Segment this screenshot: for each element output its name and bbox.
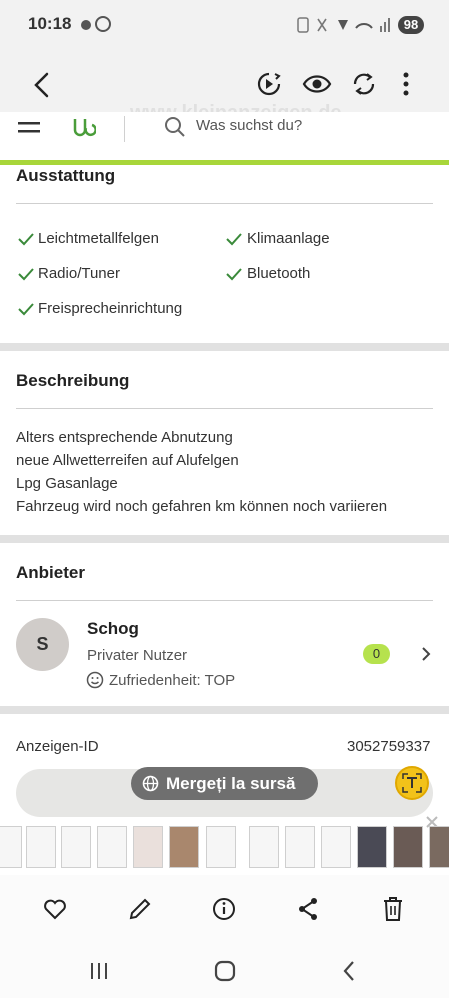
- check-icon: [18, 303, 34, 316]
- description-line: neue Allwetterreifen auf Alufelgen: [16, 452, 239, 469]
- thumbnail[interactable]: [133, 826, 163, 868]
- logo-icon[interactable]: [72, 116, 96, 138]
- feature-item: Freisprecheinrichtung: [38, 300, 183, 317]
- screen-record-icon[interactable]: [256, 71, 282, 97]
- globe-icon: [142, 775, 159, 792]
- seller-satisfaction: Zufriedenheit: TOP: [109, 672, 236, 689]
- feature-item: Leichtmetallfelgen: [38, 230, 159, 247]
- merge-to-source-label: Mergeți la sursă: [166, 774, 296, 793]
- ad-id-label: Anzeigen-ID: [16, 738, 99, 755]
- header-accent-line: [0, 160, 449, 165]
- thumbnail[interactable]: [285, 826, 315, 868]
- search-icon[interactable]: [164, 116, 186, 138]
- recents-icon[interactable]: [89, 962, 109, 980]
- section-separator: [0, 343, 449, 351]
- share-icon[interactable]: [297, 897, 319, 921]
- ausstattung-title: Ausstattung: [16, 166, 116, 185]
- chevron-right-icon[interactable]: [421, 646, 431, 662]
- header-divider: [124, 116, 125, 142]
- thumbnail[interactable]: [429, 826, 449, 868]
- text-recognition-icon: [402, 773, 422, 793]
- eye-icon[interactable]: [302, 72, 332, 96]
- feature-item: Bluetooth: [247, 265, 311, 282]
- check-icon: [18, 233, 34, 246]
- description-line: Lpg Gasanlage: [16, 475, 118, 492]
- status-system-icons: [297, 17, 390, 33]
- status-notification-icons: [81, 16, 111, 32]
- trash-icon[interactable]: [382, 896, 404, 922]
- check-icon: [18, 268, 34, 281]
- ad-id-value: 3052759337: [347, 738, 431, 755]
- check-icon: [226, 233, 242, 246]
- divider: [16, 408, 433, 409]
- thumbnail[interactable]: [97, 826, 127, 868]
- seller-count-badge: 0: [363, 644, 390, 664]
- thumbnail[interactable]: [206, 826, 236, 868]
- check-icon: [226, 268, 242, 281]
- info-icon[interactable]: [212, 897, 236, 921]
- seller-name[interactable]: Schog: [87, 619, 139, 639]
- thumbnail-strip: [0, 826, 449, 870]
- section-separator: [0, 535, 449, 543]
- divider: [16, 203, 433, 204]
- thumbnail[interactable]: [169, 826, 199, 868]
- thumbnail[interactable]: [249, 826, 279, 868]
- feature-item: Klimaanlage: [247, 230, 330, 247]
- text-recognition-button[interactable]: [395, 766, 429, 800]
- thumbnail[interactable]: [321, 826, 351, 868]
- pencil-icon[interactable]: [128, 897, 152, 921]
- browser-toolbar: www.kleinanzeigen.de: [0, 50, 449, 124]
- system-nav-bar: [0, 945, 449, 998]
- more-icon[interactable]: [400, 71, 412, 97]
- hamburger-icon[interactable]: [18, 120, 40, 136]
- status-time: 10:18: [28, 14, 72, 33]
- anbieter-title: Anbieter: [16, 563, 85, 582]
- thumbnail[interactable]: [61, 826, 91, 868]
- feature-item: Radio/Tuner: [38, 265, 120, 282]
- thumbnail[interactable]: [357, 826, 387, 868]
- smiley-icon: [86, 671, 104, 689]
- merge-to-source-button[interactable]: Mergeți la sursă: [131, 767, 318, 800]
- beschreibung-title: Beschreibung: [16, 371, 130, 390]
- description-line: Alters entsprechende Abnutzung: [16, 429, 233, 446]
- battery-level: 98: [398, 16, 424, 34]
- seller-type: Privater Nutzer: [87, 647, 188, 664]
- thumbnail[interactable]: [0, 826, 22, 868]
- home-icon[interactable]: [214, 960, 236, 982]
- status-bar: 10:18 98: [0, 0, 449, 50]
- section-separator: [0, 706, 449, 714]
- thumbnail[interactable]: [26, 826, 56, 868]
- sync-icon[interactable]: [351, 71, 377, 97]
- avatar[interactable]: S: [16, 618, 69, 671]
- back-icon[interactable]: [30, 72, 56, 98]
- description-line: Fahrzeug wird noch gefahren km können no…: [16, 498, 388, 515]
- nav-back-icon[interactable]: [342, 960, 356, 982]
- heart-icon[interactable]: [43, 898, 67, 920]
- divider: [16, 600, 433, 601]
- thumbnail[interactable]: [393, 826, 423, 868]
- search-input[interactable]: Was suchst du?: [196, 117, 302, 134]
- bottom-action-bar: [0, 875, 449, 945]
